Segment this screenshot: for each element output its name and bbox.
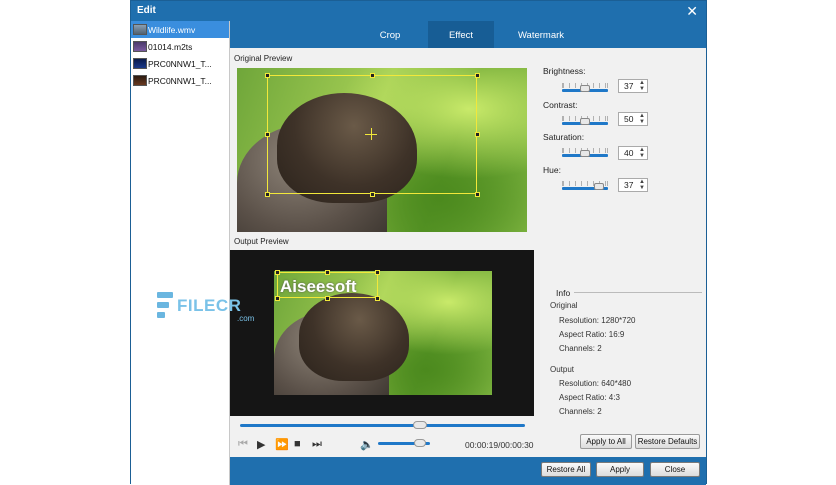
file-name: Wildlife.wmv <box>148 24 196 35</box>
contrast-spinbox[interactable]: 50 ▲ ▼ <box>618 112 648 126</box>
spin-arrows-icon[interactable]: ▲ ▼ <box>639 113 645 125</box>
original-preview-label: Original Preview <box>234 54 293 63</box>
file-item[interactable]: PRC0NNW1_T... <box>131 72 229 89</box>
brightness-handle[interactable] <box>580 85 590 92</box>
crop-handle[interactable] <box>475 192 480 197</box>
output-aspect-ratio: Aspect Ratio: 4:3 <box>559 393 620 402</box>
hue-handle[interactable] <box>594 183 604 190</box>
tab-effect[interactable]: Effect <box>428 21 494 48</box>
crop-handle[interactable] <box>265 132 270 137</box>
footer-bar: Restore All Apply Close <box>230 457 706 485</box>
original-channels: Channels: 2 <box>559 344 602 353</box>
effect-panel: Brightness: 37 ▲ ▼ Contrast: 50 ▲ ▼ Saturati… <box>536 48 706 457</box>
original-resolution: Resolution: 1280*720 <box>559 316 636 325</box>
video-thumbnail-icon <box>133 75 147 86</box>
edit-window: Edit ✕ Wildlife.wmv 01014.m2ts PRC0NNW1_… <box>130 0 707 485</box>
brightness-spinbox[interactable]: 37 ▲ ▼ <box>618 79 648 93</box>
volume-handle[interactable] <box>413 439 426 447</box>
hue-spinbox[interactable]: 37 ▲ ▼ <box>618 178 648 192</box>
crop-handle[interactable] <box>265 73 270 78</box>
video-thumbnail-icon <box>133 24 147 35</box>
brand-name: FILECR <box>177 296 242 315</box>
output-heading: Output <box>550 365 575 374</box>
watermark-box[interactable] <box>277 272 378 298</box>
seek-bar[interactable] <box>240 424 525 427</box>
editor-content: Original Preview Output Preview Aiseesof… <box>230 48 706 457</box>
crop-handle[interactable] <box>475 73 480 78</box>
time-display: 00:00:19/00:00:30 <box>465 440 534 450</box>
output-channels: Channels: 2 <box>559 407 602 416</box>
skip-forward-icon[interactable]: ⏭ <box>312 438 322 451</box>
contrast-handle[interactable] <box>580 118 590 125</box>
crosshair-icon <box>371 128 372 140</box>
contrast-value: 50 <box>624 114 634 124</box>
brand-suffix: .com <box>237 314 255 323</box>
original-heading: Original <box>550 301 578 310</box>
file-item[interactable]: 01014.m2ts <box>131 38 229 55</box>
file-item[interactable]: PRC0NNW1_T... <box>131 55 229 72</box>
watermark-handle[interactable] <box>375 296 380 301</box>
restore-defaults-button[interactable]: Restore Defaults <box>635 434 700 449</box>
watermark-handle[interactable] <box>275 270 280 275</box>
tab-crop[interactable]: Crop <box>362 21 418 48</box>
play-icon[interactable]: ▶ <box>257 438 265 451</box>
brightness-value: 37 <box>624 81 634 91</box>
spin-arrows-icon[interactable]: ▲ ▼ <box>639 147 645 159</box>
skip-back-icon[interactable]: ⏮ <box>238 438 248 451</box>
contrast-label: Contrast: <box>543 100 578 110</box>
title-bar: Edit ✕ <box>131 1 706 21</box>
apply-button[interactable]: Apply <box>596 462 644 477</box>
watermark-handle[interactable] <box>325 296 330 301</box>
tab-watermark[interactable]: Watermark <box>506 21 576 48</box>
hue-label: Hue: <box>543 165 561 175</box>
restore-all-button[interactable]: Restore All <box>541 462 591 477</box>
file-list: Wildlife.wmv 01014.m2ts PRC0NNW1_T... PR… <box>131 21 230 485</box>
brightness-label: Brightness: <box>543 66 586 76</box>
close-button[interactable]: Close <box>650 462 700 477</box>
saturation-value: 40 <box>624 148 634 158</box>
crop-handle[interactable] <box>475 132 480 137</box>
apply-to-all-button[interactable]: Apply to All <box>580 434 632 449</box>
info-title: Info <box>556 288 571 298</box>
video-thumbnail-icon <box>133 41 147 52</box>
window-title: Edit <box>137 5 156 16</box>
original-preview <box>237 68 527 232</box>
spin-arrows-icon[interactable]: ▲ ▼ <box>639 80 645 92</box>
original-aspect-ratio: Aspect Ratio: 16:9 <box>559 330 625 339</box>
tab-bar: Crop Effect Watermark <box>230 21 706 48</box>
stop-icon[interactable]: ■ <box>294 438 301 450</box>
file-name: PRC0NNW1_T... <box>148 58 212 69</box>
crop-handle[interactable] <box>265 192 270 197</box>
file-name: PRC0NNW1_T... <box>148 75 212 86</box>
watermark-handle[interactable] <box>375 270 380 275</box>
output-preview-label: Output Preview <box>234 237 289 246</box>
crop-handle[interactable] <box>370 192 375 197</box>
brand-watermark: FILECR .com <box>157 290 267 326</box>
video-thumbnail-icon <box>133 58 147 69</box>
saturation-spinbox[interactable]: 40 ▲ ▼ <box>618 146 648 160</box>
volume-icon[interactable]: 🔈 <box>360 438 374 451</box>
saturation-label: Saturation: <box>543 132 585 142</box>
brand-logo-icon <box>157 292 173 320</box>
close-icon[interactable]: ✕ <box>686 3 698 20</box>
fast-forward-icon[interactable]: ⏩ <box>275 438 289 451</box>
info-divider <box>574 292 702 293</box>
saturation-handle[interactable] <box>580 150 590 157</box>
output-preview: Aiseesoft <box>230 250 534 416</box>
spin-arrows-icon[interactable]: ▲ ▼ <box>639 179 645 191</box>
file-item[interactable]: Wildlife.wmv <box>131 21 229 38</box>
crop-handle[interactable] <box>370 73 375 78</box>
output-resolution: Resolution: 640*480 <box>559 379 632 388</box>
watermark-handle[interactable] <box>275 296 280 301</box>
hue-value: 37 <box>624 180 634 190</box>
watermark-handle[interactable] <box>325 270 330 275</box>
seek-handle[interactable] <box>412 421 427 429</box>
file-name: 01014.m2ts <box>148 41 193 52</box>
